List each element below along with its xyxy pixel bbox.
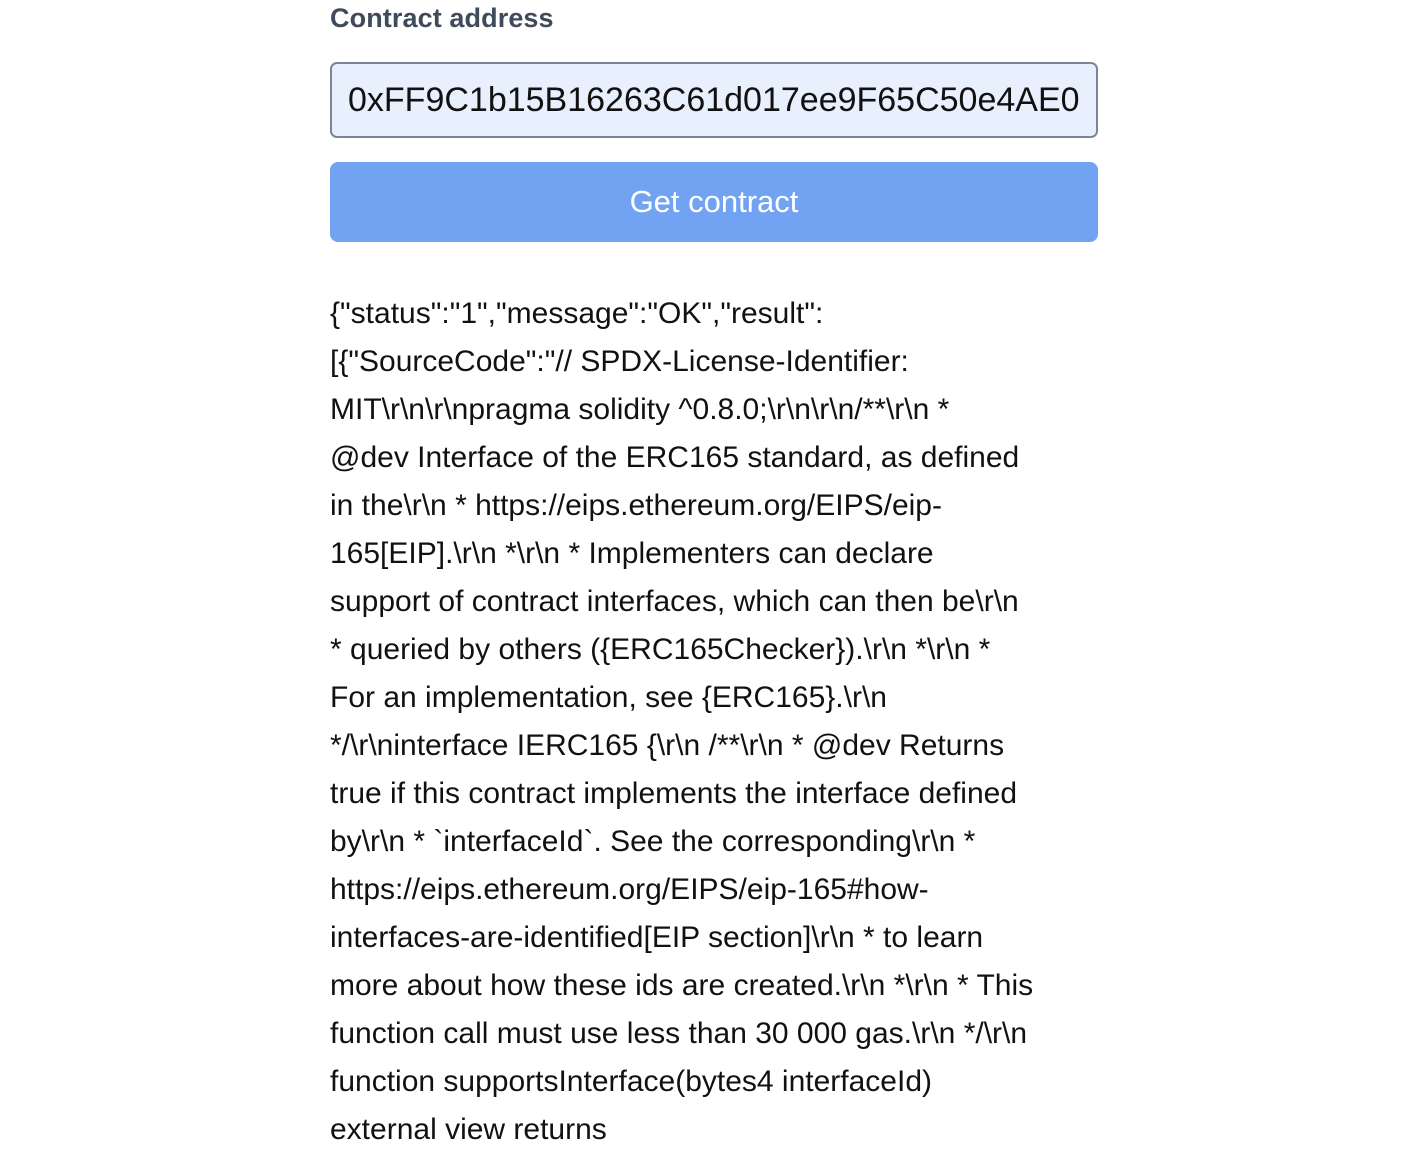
result-line: function supportsInterface(bytes4 interf… — [330, 1065, 932, 1098]
result-line: true if this contract implements the int… — [330, 777, 1018, 810]
result-line: MIT\r\n\r\npragma solidity ^0.8.0;\r\n\r… — [330, 393, 950, 426]
result-line: by\r\n * `interfaceId`. See the correspo… — [330, 825, 976, 858]
result-line: For an implementation, see {ERC165}.\r\n — [330, 681, 887, 714]
get-contract-button[interactable]: Get contract — [330, 162, 1098, 242]
result-line: function call must use less than 30 000 … — [330, 1017, 1028, 1050]
result-line: 165[EIP].\r\n *\r\n * Implementers can d… — [330, 537, 934, 570]
result-line: */\r\ninterface IERC165 {\r\n /**\r\n * … — [330, 729, 1005, 762]
contract-address-input[interactable] — [330, 62, 1098, 138]
result-line: in the\r\n * https://eips.ethereum.org/E… — [330, 489, 942, 522]
result-line: {"status":"1","message":"OK","result": — [330, 297, 824, 330]
contract-address-label: Contract address — [330, 3, 554, 33]
result-line: * queried by others ({ERC165Checker}).\r… — [330, 633, 991, 666]
result-line: support of contract interfaces, which ca… — [330, 585, 1019, 618]
result-line: [{"SourceCode":"// SPDX-License-Identifi… — [330, 345, 909, 378]
result-line: https://eips.ethereum.org/EIPS/eip-165#h… — [330, 873, 929, 906]
result-line: more about how these ids are created.\r\… — [330, 969, 1034, 1002]
result-line: external view returns — [330, 1113, 607, 1146]
result-line: interfaces-are-identified[EIP section]\r… — [330, 921, 984, 954]
result-line: @dev Interface of the ERC165 standard, a… — [330, 441, 1020, 474]
contract-result-text: {"status":"1","message":"OK","result": [… — [330, 290, 1098, 1154]
